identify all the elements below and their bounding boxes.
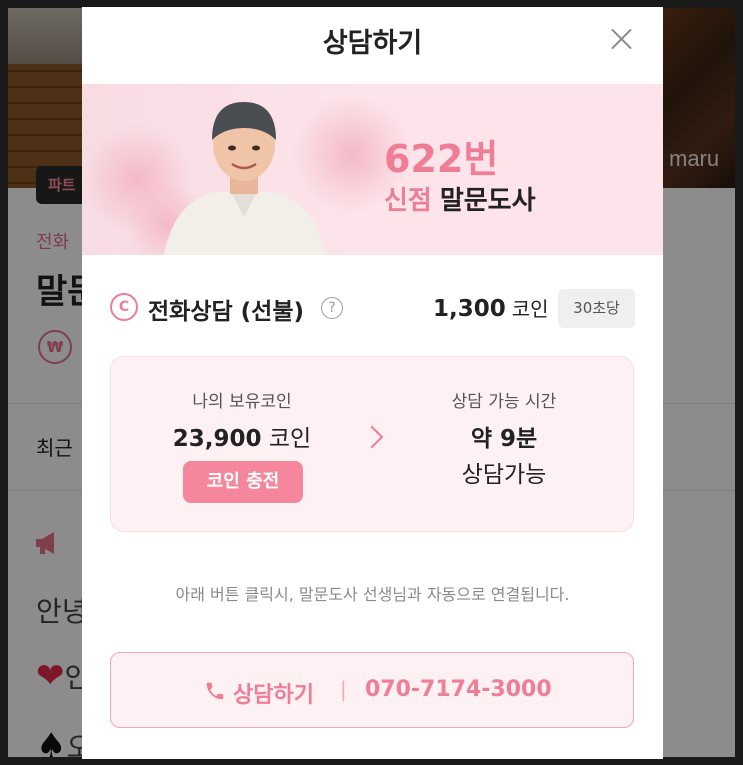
service-title: 전화상담 (선불)	[148, 299, 304, 325]
counselor-avatar	[164, 102, 326, 255]
per-unit-badge: 30초당	[558, 289, 635, 328]
available-time-value: 약 9분	[470, 426, 538, 452]
available-time-label: 상담 가능 시간	[451, 392, 557, 412]
consultation-modal: 상담하기 622번 신점 말문도사 C 전화상담 (선불) ? 1,300 코인 3…	[82, 7, 663, 759]
call-label: 상담하기	[233, 683, 314, 708]
coin-charge-button[interactable]: 코인 충전	[183, 461, 303, 503]
modal-title: 상담하기	[322, 28, 423, 59]
counselor-number: 622번	[384, 137, 499, 181]
availability-status: 상담가능	[461, 462, 547, 488]
connection-notice: 아래 버튼 클릭시, 말문도사 선생님과 자동으로 연결됩니다.	[175, 585, 570, 604]
my-coin-value: 23,900 코인	[111, 419, 373, 453]
close-icon[interactable]	[603, 21, 639, 57]
counselor-tag: 신점	[384, 186, 432, 216]
call-separator: |	[340, 677, 347, 701]
counselor-name-row: 신점 말문도사	[384, 180, 536, 217]
coin-info-box: 나의 보유코인 23,900 코인 코인 충전 상담 가능 시간 약 9분 상담…	[110, 356, 634, 532]
help-icon[interactable]: ?	[321, 297, 343, 319]
my-coin-amount: 23,900	[172, 426, 262, 452]
call-consult-button[interactable]: 상담하기 | 070-7174-3000	[110, 652, 634, 728]
my-coin-unit: 코인	[268, 426, 312, 452]
counselor-banner: 622번 신점 말문도사	[82, 84, 663, 255]
price: 1,300 코인	[433, 293, 549, 322]
my-coin-label: 나의 보유코인	[192, 392, 292, 412]
counselor-name: 말문도사	[439, 186, 536, 216]
price-unit: 코인	[511, 297, 549, 321]
price-value: 1,300	[433, 296, 506, 322]
call-phone-number: 070-7174-3000	[365, 677, 552, 702]
coin-icon: C	[110, 293, 138, 321]
phone-icon	[204, 680, 226, 708]
